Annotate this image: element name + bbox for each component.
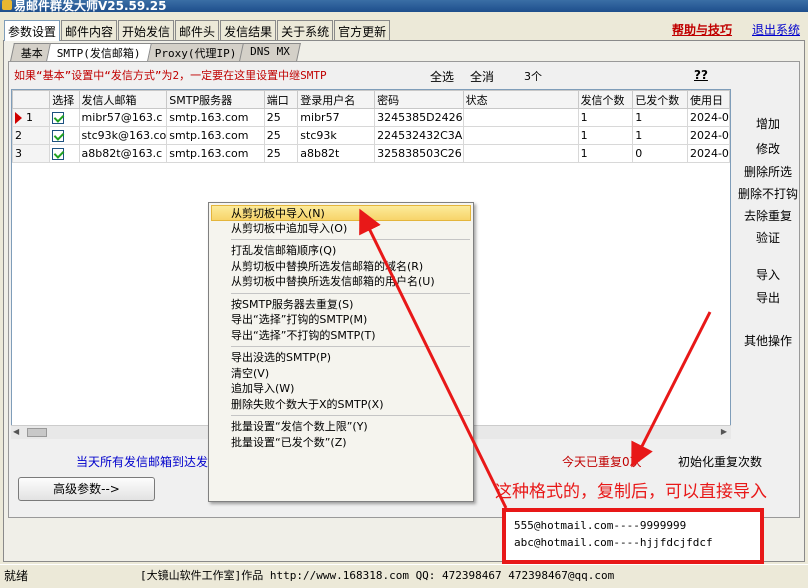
subtab-smtp[interactable]: SMTP(发信邮箱): [46, 43, 152, 61]
annotation-arrow-to-repeat: [631, 311, 712, 468]
sample-line-1: 555@hotmail.com----9999999: [514, 519, 687, 532]
status-ready: 就绪: [4, 569, 29, 583]
sample-format-box: 555@hotmail.com----9999999 abc@hotmail.c…: [502, 508, 764, 564]
annotation-text: 这种格式的，复制后，可以直接导入: [495, 482, 767, 502]
annotation-arrow-to-menu: [359, 208, 508, 509]
subtab-smtp-label: SMTP(发信邮箱): [56, 47, 141, 60]
tab-params[interactable]: 参数设置: [4, 20, 61, 41]
status-credits: [大镜山软件工作室]作品 http://www.168318.com QQ: 4…: [140, 569, 615, 582]
sample-line-2: abc@hotmail.com----hjjfdcjfdcf: [514, 536, 713, 549]
